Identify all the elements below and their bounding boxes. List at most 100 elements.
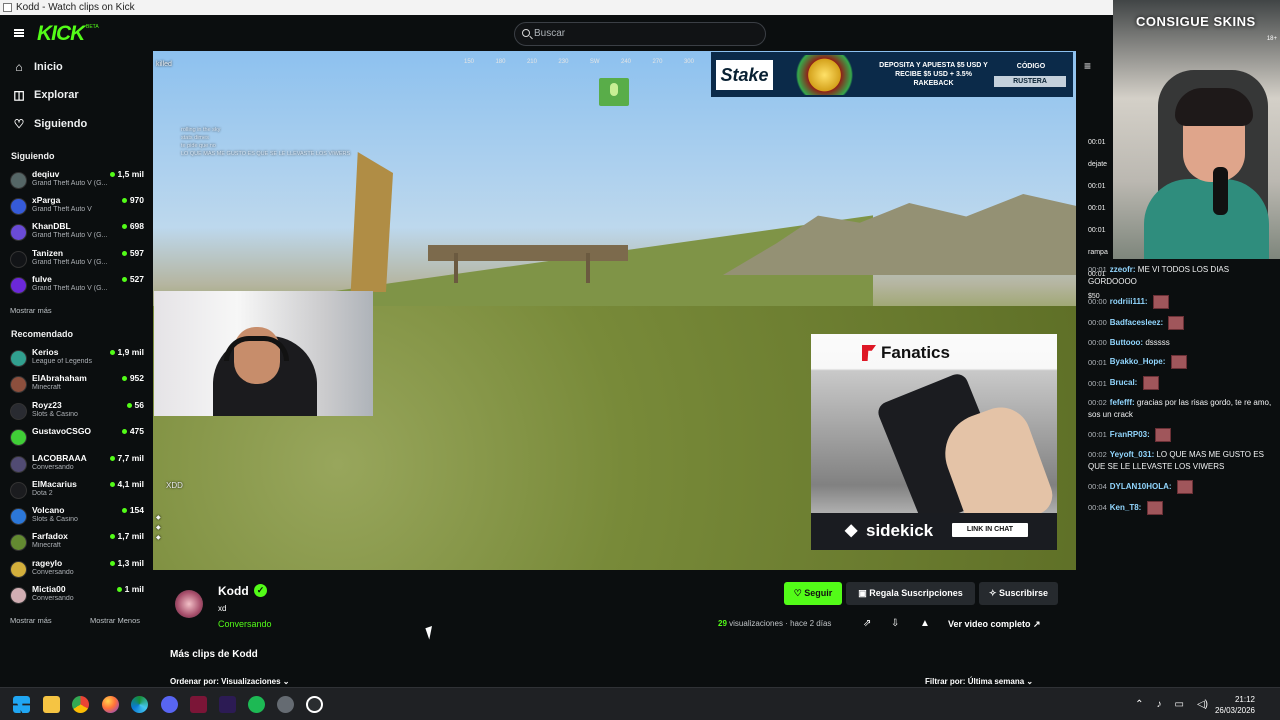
chat-username[interactable]: Buttooo: <box>1110 338 1143 347</box>
kick-header: KICK BETA Buscar <box>0 15 1113 51</box>
chevron-up-icon[interactable]: ⌃ <box>1135 699 1143 710</box>
clip-category[interactable]: Conversando <box>218 619 272 629</box>
avatar <box>10 277 27 294</box>
following-channel[interactable]: Tanizen Grand Theft Auto V (G... 597 <box>10 248 146 273</box>
following-channel[interactable]: fulve Grand Theft Auto V (G... 527 <box>10 274 146 299</box>
chat-username[interactable]: fefefff: <box>1110 398 1135 407</box>
chat-username[interactable]: rodriii111: <box>1110 297 1148 306</box>
sort-control[interactable]: Ordenar por: Visualizaciones ⌄ <box>170 677 290 686</box>
chat-username[interactable]: Ken_T8: <box>1110 503 1142 512</box>
subscribe-button[interactable]: ✧ Suscribirse <box>979 582 1058 605</box>
chat-username[interactable]: Byakko_Hope: <box>1110 358 1166 367</box>
gift-subscriptions-button[interactable]: ▣ Regala Suscripciones <box>846 582 975 605</box>
windows-start-icon[interactable] <box>13 696 30 713</box>
filter-control[interactable]: Filtrar por: Última semana ⌄ <box>925 677 1033 686</box>
recommended-channel[interactable]: Mictia00 Conversando 1 mil <box>10 584 146 609</box>
chat-time: 00:00 <box>1088 296 1107 306</box>
viewer-count-value: 527 <box>129 274 144 284</box>
nav-explore[interactable]: ◫ Explorar <box>13 86 79 104</box>
channel-name: Mictia00 <box>32 584 66 594</box>
recommended-channel[interactable]: ElMacarius Dota 2 4,1 mil <box>10 479 146 504</box>
obs-icon[interactable] <box>306 696 323 713</box>
microphone-icon[interactable]: ♪ <box>1157 699 1162 710</box>
following-channel[interactable]: xParga Grand Theft Auto V 970 <box>10 195 146 220</box>
following-channel[interactable]: KhanDBL Grand Theft Auto V (G... 698 <box>10 221 146 246</box>
chat-time: 00:04 <box>1088 481 1107 491</box>
chat-username[interactable]: Badfacesleez: <box>1110 318 1163 327</box>
expand-chat-icon[interactable]: ≡ <box>1084 59 1091 73</box>
overlay-promo-text: CONSIGUE SKINS <box>1136 14 1256 29</box>
show-more-recommended[interactable]: Mostrar más <box>10 616 52 625</box>
emote-icon <box>1152 294 1169 309</box>
chat-username[interactable]: DYLAN10HOLA: <box>1110 482 1172 491</box>
chat-username[interactable]: Yeyoft_031: <box>1110 450 1154 459</box>
viewer-count: 475 <box>121 426 144 436</box>
emote-icon <box>1142 376 1159 391</box>
live-dot-icon <box>121 428 127 434</box>
stake-advertisement[interactable]: Stake DEPOSITA Y APUESTA $5 USD Y RECIBE… <box>711 52 1073 97</box>
recommended-channel[interactable]: ElAbrahaham Minecraft 952 <box>10 373 146 398</box>
nav-following[interactable]: ♡ Siguiendo <box>13 115 88 133</box>
chat-time: 00:02 <box>1088 449 1107 459</box>
chat-message: 00:00 rodriii111: <box>1088 294 1276 309</box>
follow-button[interactable]: ♡ Seguir <box>784 582 842 605</box>
recommended-channel[interactable]: Farfadox Minecraft 1,7 mil <box>10 531 146 556</box>
nav-home[interactable]: ⌂ Inicio <box>13 58 62 76</box>
spotify-icon[interactable] <box>248 696 265 713</box>
show-more-following[interactable]: Mostrar más <box>10 306 52 315</box>
show-less-button[interactable]: Mostrar Menos <box>90 616 140 625</box>
channel-game: Minecraft <box>32 542 61 549</box>
firefox-icon[interactable] <box>102 696 119 713</box>
fanatics-advertisement[interactable]: Fanatics sidekick LINK IN CHAT <box>811 334 1057 550</box>
kick-logo[interactable]: KICK <box>37 22 85 46</box>
nav-explore-label: Explorar <box>34 89 79 101</box>
volume-icon[interactable]: ◁) <box>1197 699 1208 710</box>
beta-label: BETA <box>86 24 99 30</box>
verified-icon: ✓ <box>254 584 267 597</box>
recommended-channel[interactable]: Volcano Slots & Casino 154 <box>10 505 146 530</box>
clip-age: hace 2 días <box>790 619 832 628</box>
voice-chat-indicator <box>599 78 629 106</box>
recommended-channel[interactable]: LACOBRAAA Conversando 7,7 mil <box>10 453 146 478</box>
chat-username[interactable]: zzeofr: <box>1110 265 1136 274</box>
settings-icon[interactable] <box>277 696 294 713</box>
search-input[interactable]: Buscar <box>514 22 766 46</box>
following-channel[interactable]: deqiuv Grand Theft Auto V (G... 1,5 mil <box>10 169 146 194</box>
viewer-count: 56 <box>126 400 144 410</box>
follow-label: Seguir <box>804 588 833 598</box>
watch-full-video-link[interactable]: Ver video completo ↗ <box>948 619 1041 630</box>
chat-username[interactable]: FranRP03: <box>1110 430 1150 439</box>
recommended-channel[interactable]: GustavoCSGO 475 <box>10 426 146 451</box>
recommended-channel[interactable]: Royz23 Slots & Casino 56 <box>10 400 146 425</box>
file-explorer-icon[interactable] <box>43 696 60 713</box>
next-app-icon[interactable] <box>219 696 236 713</box>
link-in-chat-button[interactable]: LINK IN CHAT <box>952 523 1028 537</box>
chat-username[interactable]: Brucal: <box>1110 379 1138 388</box>
share-icon[interactable]: ⇗ <box>863 618 871 629</box>
network-icon[interactable]: ▭ <box>1175 699 1184 710</box>
clip-video-player[interactable]: killed 150 180 210 230 SW 240 270 300 rolling i… <box>153 51 1076 570</box>
roulette-wheel-icon <box>783 55 866 95</box>
viewer-count: 7,7 mil <box>109 453 144 463</box>
recommended-channel[interactable]: Kerios League of Legends 1,9 mil <box>10 347 146 372</box>
avatar <box>10 251 27 268</box>
avatar[interactable] <box>175 590 203 618</box>
adobe-icon[interactable] <box>190 696 207 713</box>
discord-icon[interactable] <box>161 696 178 713</box>
search-placeholder: Buscar <box>534 28 566 39</box>
download-icon[interactable]: ⇩ <box>891 618 899 629</box>
avatar <box>10 172 27 189</box>
live-dot-icon <box>121 375 127 381</box>
clipped-chat-line: 00:01 <box>1088 227 1106 234</box>
clipped-chat-line: 00:01 <box>1088 139 1106 146</box>
menu-icon[interactable] <box>14 29 24 37</box>
sort-value: Visualizaciones <box>221 677 281 686</box>
edge-icon[interactable] <box>131 696 148 713</box>
chrome-icon[interactable] <box>72 696 89 713</box>
report-icon[interactable]: ▲ <box>920 618 930 629</box>
streamer-name[interactable]: Kodd <box>218 584 249 598</box>
avatar <box>10 350 27 367</box>
recommended-channel[interactable]: rageylo Conversando 1,3 mil <box>10 558 146 583</box>
taskbar-clock[interactable]: 21:12 26/03/2026 <box>1215 694 1255 716</box>
gift-subscriptions-label: Regala Suscripciones <box>869 588 963 598</box>
